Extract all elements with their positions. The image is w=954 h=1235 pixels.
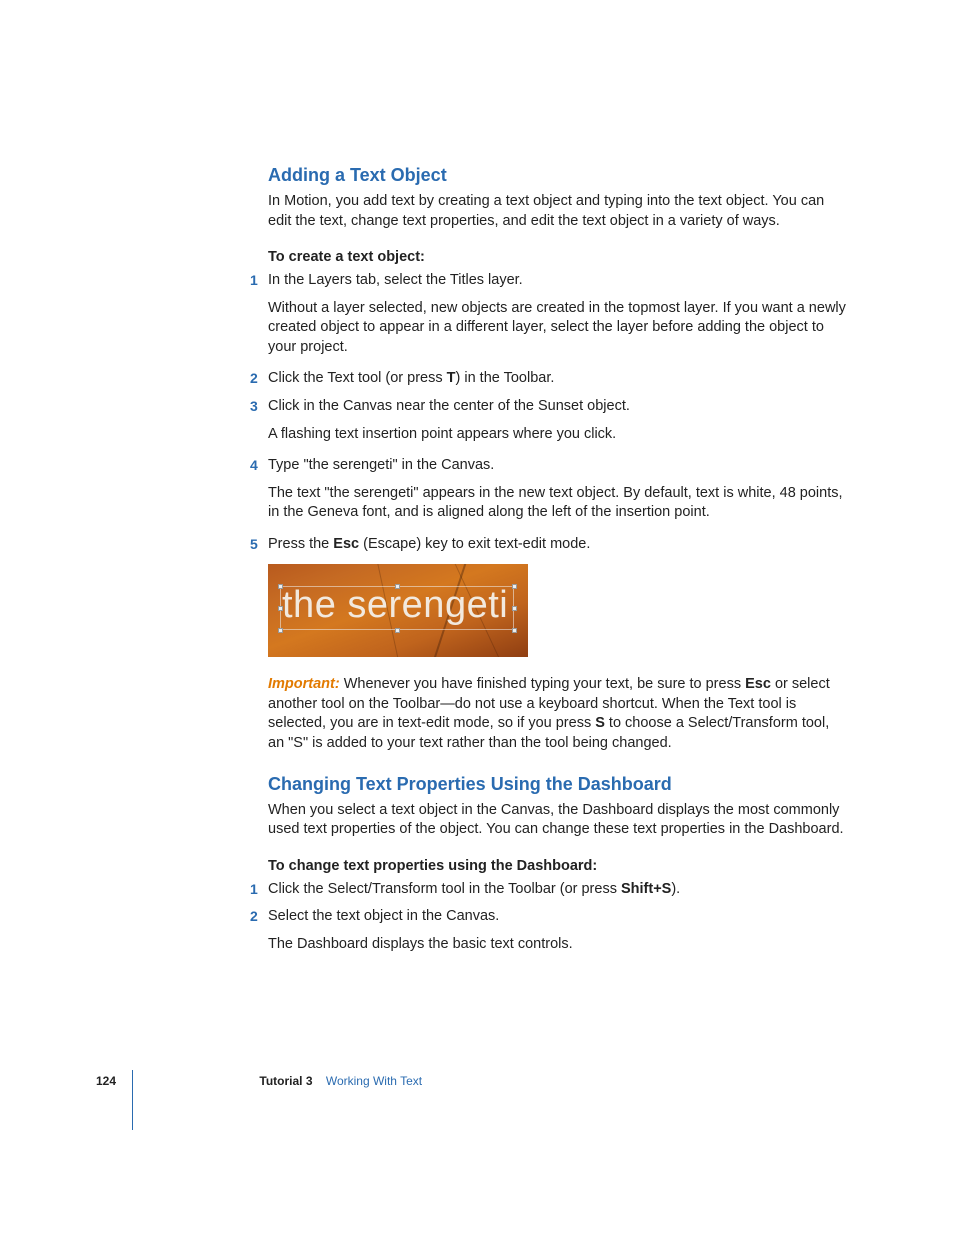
step-text: Type "the serengeti" in the Canvas. [268,457,494,473]
step-text: Click in the Canvas near the center of t… [268,398,630,414]
step-text-pre: Press the [268,536,333,552]
step-text: Select the text object in the Canvas. [268,908,499,924]
step-4: Type "the serengeti" in the Canvas. The … [268,456,848,523]
kbd-esc: Esc [333,536,359,552]
kbd-esc: Esc [745,676,771,692]
selection-handle [278,606,283,611]
step-3: Click in the Canvas near the center of t… [268,397,848,444]
step-text-pre: Click the Select/Transform tool in the T… [268,881,621,897]
page-number: 124 [96,1074,116,1088]
steps-change-text-props: Click the Select/Transform tool in the T… [268,880,848,955]
kbd-t: T [447,370,456,386]
important-note: Important: Whenever you have finished ty… [268,675,848,753]
intro-paragraph: In Motion, you add text by creating a te… [268,192,848,231]
step-text-post: ) in the Toolbar. [456,370,555,386]
step-body: The Dashboard displays the basic text co… [268,935,848,955]
tutorial-label: Tutorial 3 [259,1074,312,1088]
step-1: In the Layers tab, select the Titles lay… [268,271,848,357]
note-text-pre: Whenever you have finished typing your t… [340,676,745,692]
heading-adding-text-object: Adding a Text Object [268,165,848,186]
steps-create-text-object: In the Layers tab, select the Titles lay… [268,271,848,554]
selection-handle [512,628,517,633]
step-5: Press the Esc (Escape) key to exit text-… [268,535,848,555]
important-label: Important: [268,676,340,692]
step-body: The text "the serengeti" appears in the … [268,484,848,523]
selection-handle [395,628,400,633]
step-text: In the Layers tab, select the Titles lay… [268,272,523,288]
kbd-s: S [595,715,605,731]
selection-handle [278,628,283,633]
chapter-label: Working With Text [326,1074,422,1088]
lead-in-create-text-object: To create a text object: [268,249,848,265]
kbd-shift-s: Shift+S [621,881,671,897]
step-2: Click the Text tool (or press T) in the … [268,369,848,389]
step-body: Without a layer selected, new objects ar… [268,299,848,358]
step-1: Click the Select/Transform tool in the T… [268,880,848,900]
lead-in-change-text-props: To change text properties using the Dash… [268,858,848,874]
selection-handle [512,606,517,611]
step-text-post: ). [671,881,680,897]
step-2: Select the text object in the Canvas. Th… [268,907,848,954]
page-footer: 124 Tutorial 3 Working With Text [96,1074,856,1088]
step-text-pre: Click the Text tool (or press [268,370,447,386]
selection-box [280,586,514,630]
selection-handle [512,584,517,589]
step-body: A flashing text insertion point appears … [268,425,848,445]
page-content: Adding a Text Object In Motion, you add … [268,165,848,966]
heading-changing-text-properties: Changing Text Properties Using the Dashb… [268,774,848,795]
figure-serengeti: the serengeti [268,564,528,657]
selection-handle [278,584,283,589]
selection-handle [395,584,400,589]
intro-paragraph-2: When you select a text object in the Can… [268,801,848,840]
step-text-post: (Escape) key to exit text-edit mode. [359,536,590,552]
